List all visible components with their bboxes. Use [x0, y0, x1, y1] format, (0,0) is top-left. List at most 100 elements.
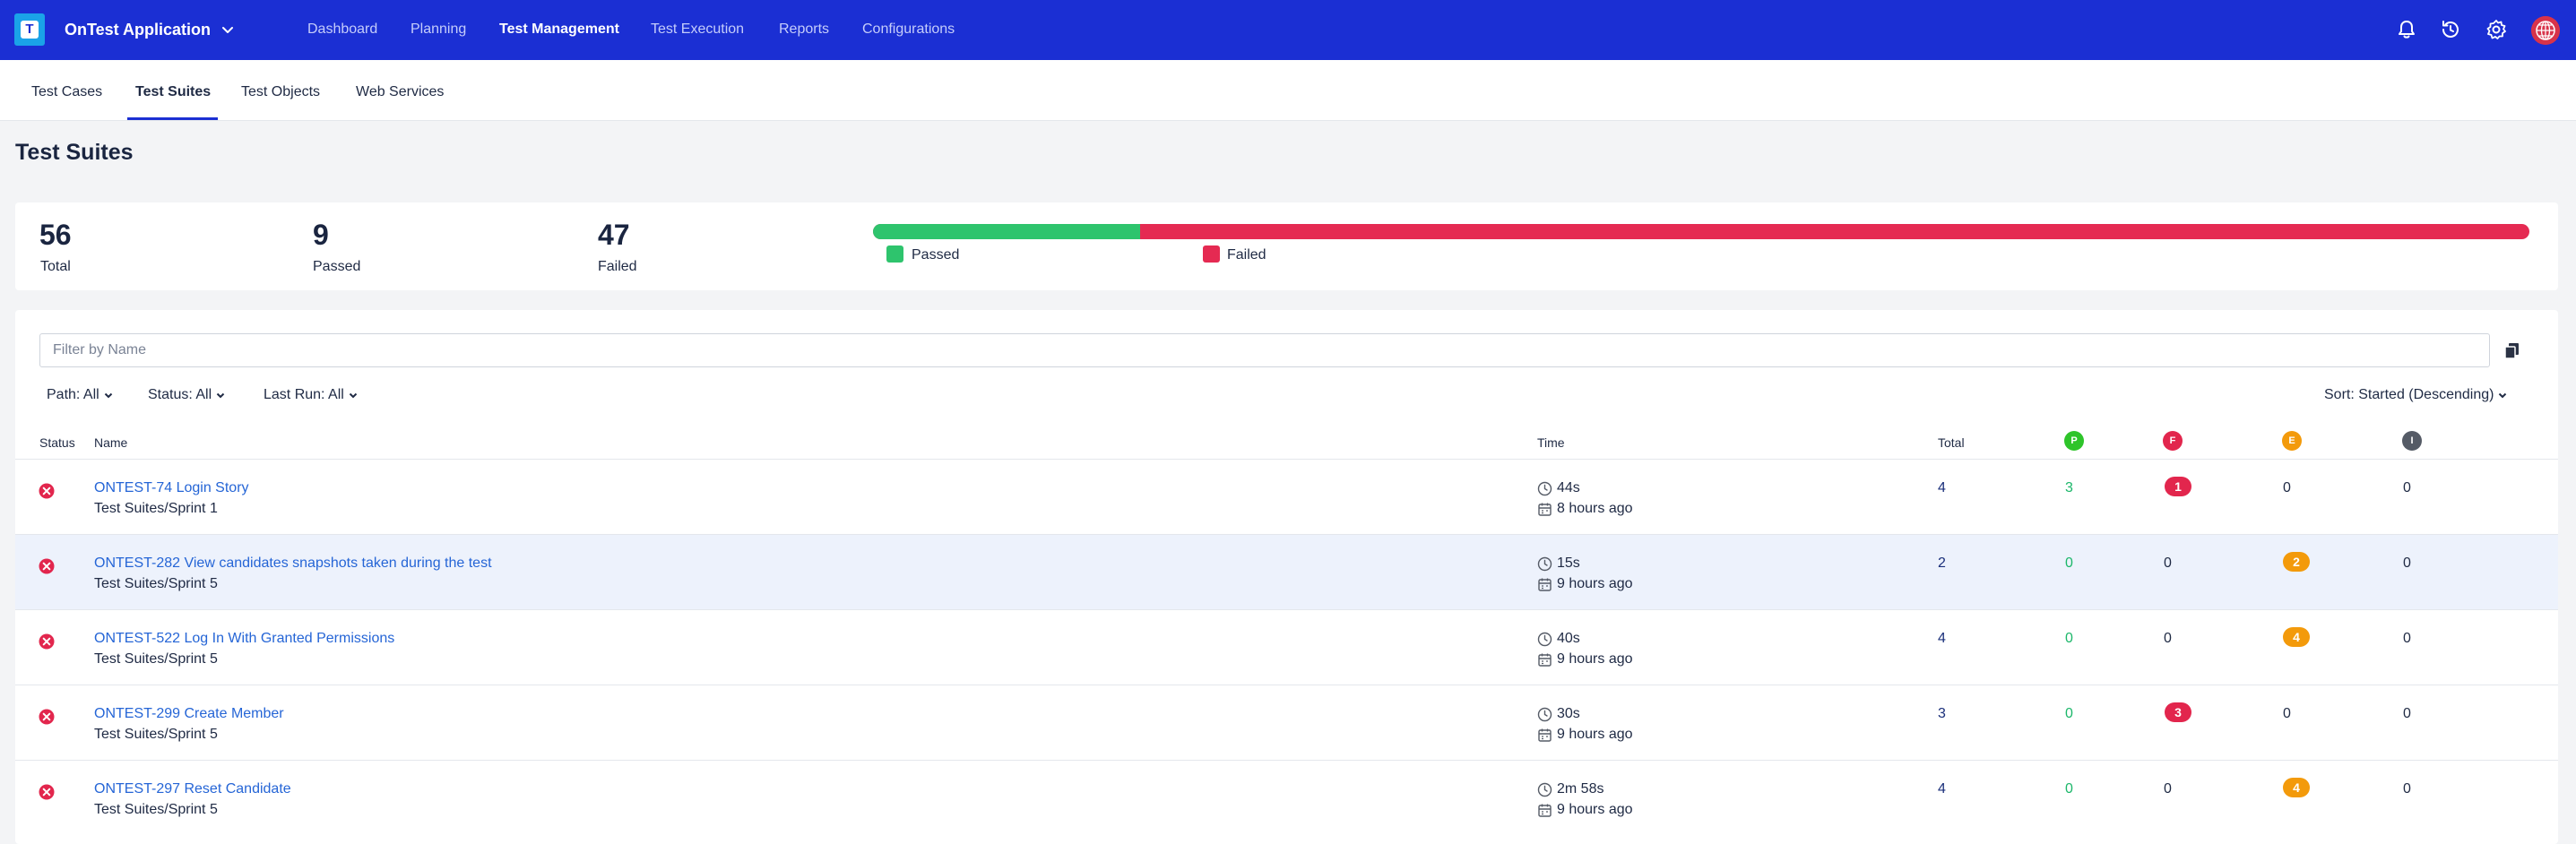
- incomplete-count: 0: [2403, 555, 2411, 571]
- total-count: 4: [1938, 631, 1946, 646]
- pass-fail-progress-bar: [873, 224, 2529, 239]
- avatar[interactable]: [2531, 16, 2560, 45]
- header-time: Time: [1537, 435, 1565, 450]
- incomplete-count: 0: [2403, 706, 2411, 721]
- failed-label: Failed: [598, 259, 637, 274]
- total-count: 4: [1938, 480, 1946, 495]
- calendar-icon: [1538, 804, 1552, 817]
- test-suite-path: Test Suites/Sprint 5: [94, 576, 218, 591]
- run-time-ago: 9 hours ago: [1557, 651, 1633, 667]
- sort-label: Sort:: [2324, 387, 2355, 402]
- status-filter-label: Status: All: [148, 387, 212, 402]
- nav-configurations[interactable]: Configurations: [862, 21, 955, 39]
- chevron-down-icon: [349, 392, 358, 399]
- error-count-badge: 4: [2283, 778, 2310, 797]
- top-navigation-bar: T OnTest Application Dashboard Planning …: [0, 0, 2576, 60]
- app-title[interactable]: OnTest Application: [65, 18, 211, 41]
- failed-status-icon: [39, 633, 55, 650]
- header-passed-badge: P: [2064, 431, 2084, 451]
- table-row[interactable]: ONTEST-74 Login Story Test Suites/Sprint …: [15, 459, 2558, 534]
- sort-dropdown[interactable]: Sort: Started (Descending): [2324, 386, 2508, 404]
- failed-count: 47: [598, 219, 630, 251]
- clock-icon: [1537, 782, 1552, 797]
- table-row[interactable]: ONTEST-297 Reset Candidate Test Suites/Sp…: [15, 760, 2558, 835]
- chevron-down-icon[interactable]: [219, 22, 237, 39]
- calendar-icon: [1538, 578, 1552, 591]
- incomplete-count: 0: [2403, 480, 2411, 495]
- total-label: Total: [40, 259, 71, 274]
- run-duration: 40s: [1557, 631, 1580, 646]
- header-name: Name: [94, 435, 128, 450]
- test-suites-list: Path: All Status: All Last Run: All Sort…: [15, 310, 2558, 844]
- test-suite-name-link[interactable]: ONTEST-297 Reset Candidate: [94, 780, 291, 798]
- test-suite-name-link[interactable]: ONTEST-282 View candidates snapshots tak…: [94, 555, 492, 573]
- last-run-filter-label: Last Run: All: [264, 387, 344, 402]
- test-suite-path: Test Suites/Sprint 5: [94, 651, 218, 667]
- test-suite-name-link[interactable]: ONTEST-522 Log In With Granted Permissio…: [94, 630, 394, 648]
- legend-passed-swatch: [886, 245, 903, 263]
- failed-count: 0: [2164, 781, 2172, 797]
- legend-failed-label: Failed: [1227, 247, 1266, 263]
- nav-planning[interactable]: Planning: [411, 21, 466, 39]
- passed-count: 0: [2065, 631, 2073, 646]
- logo-letter: T: [21, 21, 39, 39]
- test-suite-name-link[interactable]: ONTEST-74 Login Story: [94, 479, 249, 497]
- nav-reports[interactable]: Reports: [779, 21, 829, 39]
- table-row[interactable]: ONTEST-299 Create Member Test Suites/Spri…: [15, 685, 2558, 760]
- tab-test-cases[interactable]: Test Cases: [31, 83, 102, 101]
- run-duration: 44s: [1557, 480, 1580, 495]
- header-total: Total: [1938, 435, 1965, 450]
- active-tab-indicator: [127, 117, 218, 120]
- run-time-ago: 9 hours ago: [1557, 802, 1633, 817]
- chevron-down-icon: [216, 392, 225, 399]
- test-suite-path: Test Suites/Sprint 5: [94, 802, 218, 817]
- status-filter-dropdown[interactable]: Status: All: [148, 386, 226, 404]
- test-suite-path: Test Suites/Sprint 5: [94, 727, 218, 742]
- clock-icon: [1537, 707, 1552, 722]
- gear-icon[interactable]: [2484, 17, 2509, 42]
- total-count: 2: [1938, 555, 1946, 571]
- total-count: 3: [1938, 706, 1946, 721]
- header-incomplete-badge: I: [2402, 431, 2422, 451]
- failed-count: 0: [2164, 555, 2172, 571]
- tab-test-objects[interactable]: Test Objects: [241, 83, 320, 101]
- table-row[interactable]: ONTEST-282 View candidates snapshots tak…: [15, 534, 2558, 609]
- history-icon[interactable]: [2438, 17, 2463, 42]
- failed-status-icon: [39, 784, 55, 800]
- filter-by-name-input[interactable]: [39, 333, 2490, 367]
- failed-count: 0: [2164, 631, 2172, 646]
- last-run-filter-dropdown[interactable]: Last Run: All: [264, 386, 359, 404]
- calendar-icon: [1538, 728, 1552, 742]
- nav-test-management[interactable]: Test Management: [499, 21, 619, 39]
- table-row[interactable]: ONTEST-522 Log In With Granted Permissio…: [15, 609, 2558, 685]
- header-status: Status: [39, 435, 75, 450]
- sort-value: Started (Descending): [2358, 387, 2494, 402]
- tab-test-suites[interactable]: Test Suites: [135, 83, 211, 101]
- path-filter-label: Path: All: [47, 387, 99, 402]
- failed-count-badge: 1: [2165, 477, 2191, 496]
- clock-icon: [1537, 556, 1552, 572]
- test-suite-name-link[interactable]: ONTEST-299 Create Member: [94, 705, 284, 723]
- calendar-icon: [1538, 653, 1552, 667]
- path-filter-dropdown[interactable]: Path: All: [47, 386, 114, 404]
- failed-status-icon: [39, 558, 55, 574]
- passed-count: 0: [2065, 781, 2073, 797]
- passed-count: 0: [2065, 706, 2073, 721]
- bell-icon[interactable]: [2394, 17, 2419, 42]
- clock-icon: [1537, 632, 1552, 647]
- summary-card: 56 Total 9 Passed 47 Failed Passed Faile…: [15, 202, 2558, 290]
- app-logo[interactable]: T: [14, 13, 45, 46]
- nav-test-execution[interactable]: Test Execution: [651, 21, 744, 39]
- copy-icon[interactable]: [2503, 340, 2522, 360]
- incomplete-count: 0: [2403, 631, 2411, 646]
- error-count-badge: 2: [2283, 552, 2310, 572]
- run-duration: 2m 58s: [1557, 781, 1604, 797]
- legend-failed-swatch: [1203, 245, 1220, 263]
- passed-label: Passed: [313, 259, 361, 274]
- nav-dashboard[interactable]: Dashboard: [307, 21, 377, 39]
- passed-count: 3: [2065, 480, 2073, 495]
- tab-web-services[interactable]: Web Services: [356, 83, 444, 101]
- clock-icon: [1537, 481, 1552, 496]
- test-suite-path: Test Suites/Sprint 1: [94, 501, 218, 516]
- header-failed-badge: F: [2163, 431, 2183, 451]
